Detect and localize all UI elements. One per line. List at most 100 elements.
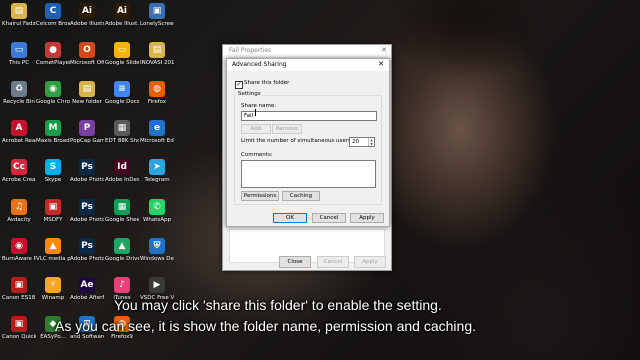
desktop-shortcut[interactable]: Ps Adobe Photosh...: [70, 238, 104, 262]
spinner-arrows-icon[interactable]: ▲ ▼: [368, 138, 374, 146]
desktop-shortcut[interactable]: ▣ LonelyScreen: [140, 3, 174, 27]
google-drive-icon: ▲: [114, 238, 130, 254]
audacity-icon: ♫: [11, 199, 27, 215]
comments-textarea[interactable]: [241, 160, 376, 188]
desktop-shortcut[interactable]: ◍ Firefox: [140, 81, 174, 105]
desktop-shortcut[interactable]: S Skype: [36, 159, 70, 183]
desktop-shortcut-label: Adobe Photosh...: [70, 217, 104, 223]
properties-close-button[interactable]: Close: [279, 256, 311, 268]
share-folder-checkbox[interactable]: ✓: [235, 81, 243, 89]
desktop-shortcut-label: Google Drive: [105, 256, 139, 262]
folder-icon: ▤: [11, 3, 27, 19]
desktop-shortcut[interactable]: ▣ MSDFY: [36, 199, 70, 223]
desktop-shortcut[interactable]: ▣ Canon ES18 sories On...: [2, 277, 36, 301]
desktop-shortcut-label: Adobe Illust.ator...: [105, 21, 139, 27]
microsoft-office-icon: O: [79, 42, 95, 58]
desktop-shortcut-label: Adobe InDesi...: [105, 177, 139, 183]
desktop-shortcut-label: Microsoft Edge: [140, 138, 174, 144]
vlc-icon: ▲: [45, 238, 61, 254]
limit-users-label: Limit the number of simultaneous users t…: [241, 138, 361, 144]
desktop-shortcut-label: Khairul Fadzli Ramli: [2, 21, 36, 27]
remove-button[interactable]: Remove: [272, 124, 302, 134]
desktop-shortcut[interactable]: ▲ Google Drive: [105, 238, 139, 262]
desktop-shortcut-label: Winamp: [41, 295, 65, 301]
desktop-shortcut-label: Firefox9: [111, 334, 133, 340]
desktop-shortcut-label: and Software: [70, 334, 104, 340]
share-folder-label[interactable]: Share this folder: [244, 80, 289, 86]
desktop-shortcut[interactable]: Ps Adobe Photosh...: [70, 159, 104, 183]
desktop-shortcut[interactable]: Cc Acrobe Creati...: [2, 159, 36, 183]
cancel-button[interactable]: Cancel: [312, 213, 346, 223]
ok-button[interactable]: OK: [273, 213, 307, 223]
burnaware-icon: ◉: [11, 238, 27, 254]
desktop-shortcut[interactable]: Ae Adobe AfterFX 2018: [70, 277, 104, 301]
desktop-shortcut[interactable]: ▤ INOVASI 2016: [140, 42, 174, 66]
caption-line-2: As you can see, it is show the folder na…: [55, 318, 476, 334]
add-button[interactable]: Add: [241, 124, 271, 134]
desktop-shortcut-label: MSDFY: [43, 217, 63, 223]
folder-icon: ▤: [79, 81, 95, 97]
desktop-shortcut[interactable]: ▭ This PC: [2, 42, 36, 66]
advanced-sharing-title: Advanced Sharing: [227, 59, 389, 71]
desktop-shortcut-label: WhatsApp: [142, 217, 172, 223]
desktop-shortcut[interactable]: ⚡ Winamp: [36, 277, 70, 301]
winamp-icon: ⚡: [45, 277, 61, 293]
text-cursor: [255, 109, 256, 116]
desktop-shortcut[interactable]: ▦ EDT 88K Shortcut: [105, 120, 139, 144]
desktop-shortcut[interactable]: O Microsoft Office: [70, 42, 104, 66]
desktop-shortcut[interactable]: ▲ VLC media player: [36, 238, 70, 262]
desktop-shortcut[interactable]: ≡ Google Docs: [105, 81, 139, 105]
google-sheets-icon: ▦: [114, 199, 130, 215]
permissions-button[interactable]: Permissions: [241, 191, 279, 201]
advanced-sharing-close-icon[interactable]: ✕: [378, 60, 384, 68]
desktop-shortcut[interactable]: Id Adobe InDesi...: [105, 159, 139, 183]
properties-close-icon[interactable]: ✕: [381, 46, 387, 54]
desktop-shortcut[interactable]: e Microsoft Edge: [140, 120, 174, 144]
maxis-icon: M: [45, 120, 61, 136]
adobe-photoshop-icon: Ps: [79, 199, 95, 215]
desktop-shortcut[interactable]: ▤ New folder: [70, 81, 104, 105]
itunes-icon: ♪: [114, 277, 130, 293]
desktop-shortcut[interactable]: C Celcom Broadba...: [36, 3, 70, 27]
desktop-shortcut-label: LonelyScreen: [140, 21, 174, 27]
canon-icon: ▣: [11, 277, 27, 293]
desktop-shortcut[interactable]: ➤ Telegram: [140, 159, 174, 183]
properties-cancel-button[interactable]: Cancel: [317, 256, 349, 268]
limit-users-spinner[interactable]: 20 ▲ ▼: [349, 137, 375, 147]
desktop-shortcut-label: Adobe Illustrat...: [70, 21, 104, 27]
desktop-shortcut[interactable]: Ai Adobe Illust.ator...: [105, 3, 139, 27]
desktop-shortcut-label: Maxis Broadband: [36, 138, 70, 144]
share-name-input[interactable]: Fail: [241, 111, 377, 121]
desktop-shortcut-label: Google Chrome: [36, 99, 70, 105]
desktop-shortcut-label: Windows Defend...: [140, 256, 174, 262]
msdfy-icon: ▣: [45, 199, 61, 215]
desktop-shortcut[interactable]: ● CometPlayer: [36, 42, 70, 66]
properties-title: Fail Properties: [223, 45, 391, 57]
desktop-shortcut[interactable]: ▣ Canon Quick Menu: [2, 316, 36, 340]
desktop-shortcut-label: PopCap Games: [70, 138, 104, 144]
desktop-shortcut[interactable]: M Maxis Broadband: [36, 120, 70, 144]
desktop-shortcut[interactable]: P PopCap Games: [70, 120, 104, 144]
this-pc-icon: ▭: [11, 42, 27, 58]
properties-apply-button[interactable]: Apply: [354, 256, 386, 268]
desktop-shortcut[interactable]: Ai Adobe Illustrat...: [70, 3, 104, 27]
apply-button[interactable]: Apply: [350, 213, 384, 223]
caching-button[interactable]: Caching: [282, 191, 320, 201]
desktop-shortcut[interactable]: ▦ Google Sheets: [105, 199, 139, 223]
desktop-shortcut[interactable]: ▤ Khairul Fadzli Ramli: [2, 3, 36, 27]
desktop-shortcut[interactable]: ♫ Avdacity: [2, 199, 36, 223]
desktop-shortcut-label: Celcom Broadba...: [36, 21, 70, 27]
desktop-shortcut-label: VLC media player: [36, 256, 70, 262]
desktop-shortcut[interactable]: ◉ Google Chrome: [36, 81, 70, 105]
desktop-shortcut[interactable]: ▭ Google Slides: [105, 42, 139, 66]
advanced-sharing-dialog[interactable]: Advanced Sharing ✕ ✓ Share this folder S…: [226, 58, 390, 227]
google-slides-icon: ▭: [114, 42, 130, 58]
windows-defender-icon: ⛨: [149, 238, 165, 254]
desktop-shortcut[interactable]: A Acrobat Reader DC: [2, 120, 36, 144]
desktop-shortcut-label: Canon Quick Menu: [2, 334, 36, 340]
desktop-shortcut[interactable]: ♻ Recycle Bin: [2, 81, 36, 105]
desktop-shortcut[interactable]: ✆ WhatsApp: [140, 199, 174, 223]
desktop-shortcut[interactable]: Ps Adobe Photosh...: [70, 199, 104, 223]
desktop-shortcut[interactable]: ◉ BurnAware Professional: [2, 238, 36, 262]
desktop-shortcut[interactable]: ⛨ Windows Defend...: [140, 238, 174, 262]
